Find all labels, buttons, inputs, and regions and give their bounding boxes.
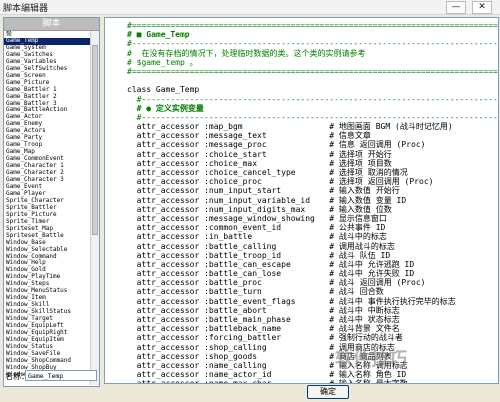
code-line[interactable]: attr_accessor :choice_max # 选择项 项目数 bbox=[127, 159, 498, 168]
code-line[interactable]: attr_accessor :forcing_battler # 强制行动的战斗… bbox=[127, 333, 498, 342]
script-list-scrollbar[interactable] bbox=[90, 31, 99, 385]
code-line[interactable]: attr_accessor :battle_can_lose # 战斗中 允许失… bbox=[127, 269, 498, 278]
code-line[interactable]: # $game_temp 。 bbox=[127, 58, 498, 67]
code-line[interactable]: attr_accessor :battle_event_flags # 战斗中 … bbox=[127, 297, 498, 306]
close-button[interactable]: ✕ bbox=[472, 1, 492, 14]
code-line[interactable]: attr_accessor :message_proc # 信息 返回调用 (P… bbox=[127, 140, 498, 149]
code-lines[interactable]: #=======================================… bbox=[127, 21, 498, 383]
code-line[interactable]: attr_accessor :map_bgm # 地图画面 BGM (战斗时记忆… bbox=[127, 122, 498, 131]
window-title: 脚本编辑器 bbox=[3, 4, 49, 14]
code-line[interactable]: #=======================================… bbox=[127, 67, 498, 76]
code-line[interactable]: attr_accessor :battle_can_escape # 战斗中 允… bbox=[127, 260, 498, 269]
code-line[interactable]: attr_accessor :num_input_variable_id # 输… bbox=[127, 196, 498, 205]
watermark: 软件技巧 bbox=[335, 349, 407, 370]
code-line[interactable] bbox=[127, 76, 498, 85]
code-line[interactable]: attr_accessor :choice_start # 选择项 开始行 bbox=[127, 150, 498, 159]
code-line[interactable]: attr_accessor :battle_turn # 战斗 回合数 bbox=[127, 287, 498, 296]
code-line[interactable]: # 在没有存档的情况下，处理临时数据的类。这个类的实例请参考 bbox=[127, 49, 498, 58]
code-line[interactable]: attr_accessor :common_event_id # 公共事件 ID bbox=[127, 223, 498, 232]
code-line[interactable]: attr_accessor :battleback_name # 战斗背景 文件… bbox=[127, 324, 498, 333]
code-line[interactable]: attr_accessor :battle_calling # 调用战斗的标志 bbox=[127, 242, 498, 251]
code-line[interactable]: attr_accessor :shop_calling # 调用商店的标志 bbox=[127, 343, 498, 352]
code-line[interactable]: attr_accessor :battle_troop_id # 战斗 队伍 I… bbox=[127, 251, 498, 260]
code-line[interactable]: class Game_Temp bbox=[127, 85, 498, 94]
code-editor[interactable]: #=======================================… bbox=[104, 17, 499, 384]
script-name-input[interactable]: Game_Temp bbox=[25, 370, 97, 381]
ok-button[interactable]: 确定 bbox=[307, 385, 349, 399]
script-list-header: 脚本 bbox=[4, 18, 99, 31]
code-line[interactable]: #---------------------------------------… bbox=[127, 95, 498, 104]
title-bar: 脚本编辑器 — ✕ bbox=[0, 0, 500, 15]
code-line[interactable]: attr_accessor :name_actor_id # 输入名称 角色 I… bbox=[127, 370, 498, 379]
code-line[interactable]: attr_accessor :choice_proc # 选择项 返回调用 (P… bbox=[127, 177, 498, 186]
code-line[interactable]: attr_accessor :in_battle # 战斗中的标志 bbox=[127, 232, 498, 241]
code-line[interactable]: attr_accessor :choice_cancel_type # 选择项 … bbox=[127, 168, 498, 177]
script-list[interactable]: 整 Game_Temp Game_System Game_Switches Game_V… bbox=[4, 31, 90, 385]
scrollbar-thumb[interactable] bbox=[92, 45, 98, 235]
code-line[interactable]: attr_accessor :message_window_showing # … bbox=[127, 214, 498, 223]
script-list-panel: 脚本 整 Game_Temp Game_System Game_Switches Gam… bbox=[3, 17, 100, 387]
code-line[interactable]: #=======================================… bbox=[127, 21, 498, 30]
minimize-button[interactable]: — bbox=[446, 1, 466, 14]
code-line[interactable]: attr_accessor :name_max_char # 输入名称 最大字数 bbox=[127, 379, 498, 383]
code-line[interactable]: attr_accessor :battle_main_phase # 战斗中 状… bbox=[127, 315, 498, 324]
code-line[interactable]: attr_accessor :num_input_digits_max # 输入… bbox=[127, 205, 498, 214]
code-line[interactable]: attr_accessor :name_calling # 输入名称 调用标志 bbox=[127, 361, 498, 370]
code-line[interactable]: attr_accessor :num_input_start # 输入数值 开始… bbox=[127, 186, 498, 195]
code-line[interactable]: # ■ Game_Temp bbox=[127, 30, 498, 39]
code-line[interactable]: # ● 定义实例变量 bbox=[127, 104, 498, 113]
code-line[interactable]: attr_accessor :battle_abort # 战斗中 中断标志 bbox=[127, 306, 498, 315]
code-line[interactable]: attr_accessor :shop_goods # 商店 商品列表 bbox=[127, 352, 498, 361]
code-line[interactable]: #---------------------------------------… bbox=[127, 39, 498, 48]
code-line[interactable]: #---------------------------------------… bbox=[127, 113, 498, 122]
